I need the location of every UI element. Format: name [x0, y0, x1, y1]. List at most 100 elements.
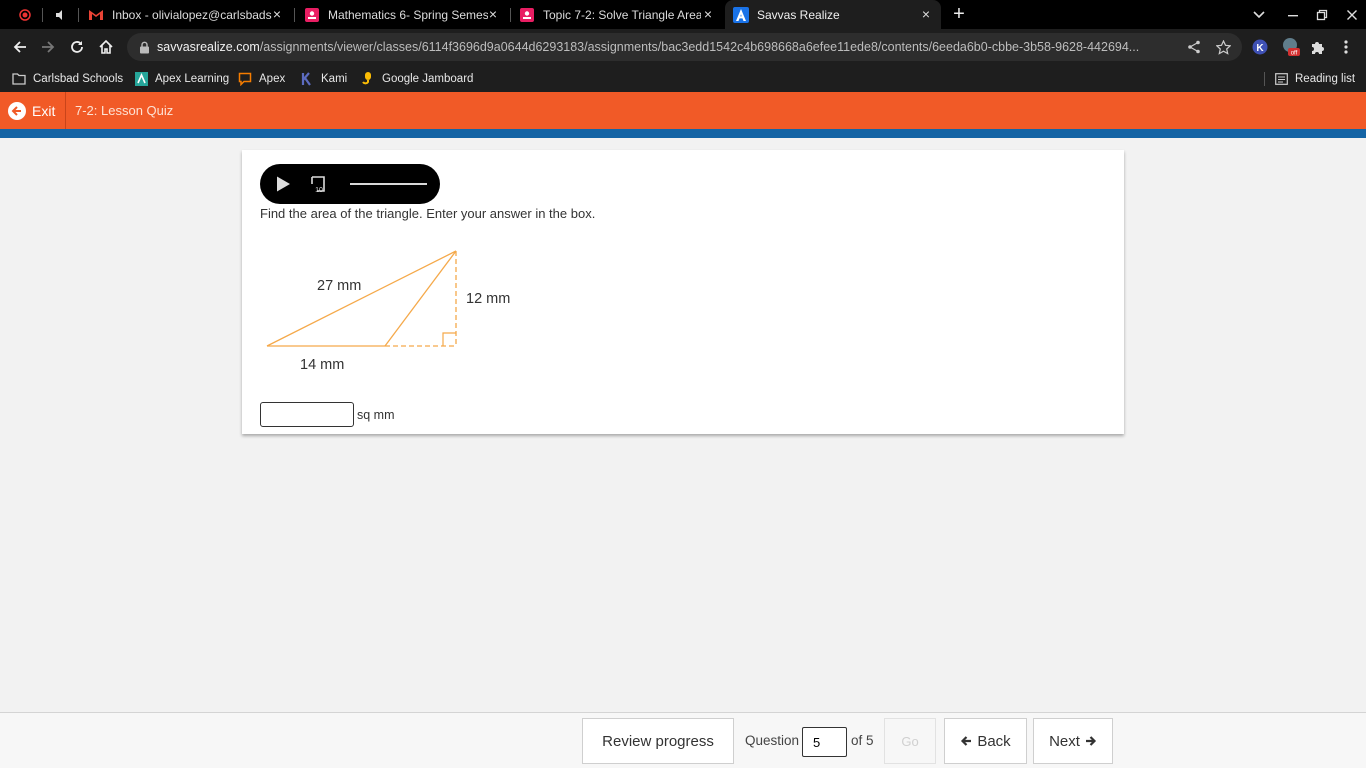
tab-title: Savvas Realize — [757, 7, 840, 22]
url-path: /assignments/viewer/classes/6114f3696d9a… — [259, 40, 1140, 54]
bookmark-label: Carlsbad Schools — [33, 73, 124, 85]
base-label: 14 mm — [300, 357, 344, 373]
header-divider — [65, 92, 66, 129]
audio-progress-track[interactable] — [350, 183, 427, 185]
menu-kebab-icon[interactable] — [1336, 37, 1356, 57]
app-header: Exit 7-2: Lesson Quiz — [0, 92, 1366, 129]
quiz-footer: Review progress Question of 5 Go Back Ne… — [0, 712, 1366, 768]
share-icon[interactable] — [1185, 38, 1203, 56]
new-tab-button[interactable]: + — [949, 4, 969, 24]
triangle-short-side — [384, 250, 457, 347]
exit-button[interactable]: Exit — [8, 101, 55, 121]
bookmark-star-icon[interactable] — [1214, 38, 1232, 56]
extensions-puzzle-icon[interactable] — [1307, 37, 1327, 57]
url-host: savvasrealize.com — [157, 40, 260, 54]
exit-arrow-icon — [8, 102, 26, 120]
tab-separator — [294, 8, 295, 22]
forward-arrow-icon[interactable] — [36, 35, 60, 59]
tab-title: Topic 7-2: Solve Triangle Area Pr — [543, 7, 701, 22]
review-progress-button[interactable]: Review progress — [582, 718, 734, 764]
extension-badge: off — [1291, 51, 1298, 57]
folder-icon — [12, 72, 26, 86]
tab-mathematics[interactable]: Mathematics 6- Spring Semester × — [296, 0, 508, 29]
tab-strip: Inbox - olivialopez@carlsbadsch × Mathem… — [0, 0, 1366, 29]
tab-search-icon[interactable] — [1245, 0, 1273, 29]
next-label: Next — [1049, 732, 1080, 750]
url-text: savvasrealize.com/assignments/viewer/cla… — [157, 40, 1157, 54]
question-total: of 5 — [851, 733, 874, 748]
tab-title: Mathematics 6- Spring Semester — [328, 7, 488, 22]
bookmark-google-jamboard[interactable]: Google Jamboard — [361, 69, 473, 89]
right-angle-marker — [442, 332, 456, 346]
classroom-icon — [304, 7, 320, 23]
next-arrow-icon — [1085, 735, 1097, 747]
bookmarks-bar: Carlsbad Schools Apex Learning Apex Kami… — [0, 65, 1366, 92]
bookmarks-separator — [1264, 72, 1265, 86]
review-progress-label: Review progress — [602, 732, 714, 750]
tab-gmail[interactable]: Inbox - olivialopez@carlsbadsch × — [80, 0, 292, 29]
tab-separator — [78, 8, 79, 22]
kami-icon — [300, 72, 314, 86]
reading-list-icon — [1274, 72, 1288, 86]
close-icon[interactable]: × — [701, 7, 715, 21]
back-label: Back — [977, 732, 1011, 750]
close-icon[interactable]: × — [486, 7, 500, 21]
minimize-icon[interactable] — [1279, 0, 1307, 29]
bookmark-kami[interactable]: Kami — [300, 69, 347, 89]
question-label: Question — [745, 733, 800, 748]
bookmark-apex-learning[interactable]: Apex Learning — [134, 69, 229, 89]
close-icon[interactable]: × — [919, 7, 933, 21]
exit-label: Exit — [32, 103, 56, 119]
back-arrow-icon[interactable] — [8, 35, 32, 59]
rewind-seconds: 10 — [315, 187, 323, 194]
jamboard-icon — [361, 72, 375, 86]
close-window-icon[interactable] — [1338, 0, 1366, 29]
rewind-10-icon[interactable]: 10 — [309, 174, 329, 194]
restore-icon[interactable] — [1308, 0, 1336, 29]
back-arrow-icon — [960, 735, 972, 747]
extension-off-icon[interactable]: off — [1281, 37, 1301, 57]
apex-learning-icon — [134, 72, 148, 86]
go-label: Go — [901, 733, 919, 749]
question-number-input[interactable] — [802, 727, 847, 757]
bookmark-label: Google Jamboard — [382, 73, 474, 85]
tab-topic[interactable]: Topic 7-2: Solve Triangle Area Pr × — [511, 0, 723, 29]
browser-toolbar: savvasrealize.com/assignments/viewer/cla… — [0, 29, 1366, 65]
speaker-icon[interactable] — [47, 0, 75, 29]
address-bar[interactable]: savvasrealize.com/assignments/viewer/cla… — [127, 33, 1242, 61]
kami-extension-letter: K — [1256, 43, 1264, 54]
classroom-icon — [519, 7, 535, 23]
go-button[interactable]: Go — [884, 718, 936, 764]
savvas-logo-icon — [733, 6, 749, 23]
play-icon[interactable] — [274, 175, 292, 193]
header-accent-band — [0, 129, 1366, 138]
triangle-diagram: 27 mm 12 mm 14 mm — [266, 250, 510, 373]
reading-list-label: Reading list — [1295, 73, 1356, 85]
home-icon[interactable] — [94, 35, 118, 59]
kami-extension-icon[interactable]: K — [1250, 37, 1270, 57]
height-label: 12 mm — [466, 291, 510, 307]
reload-icon[interactable] — [65, 35, 89, 59]
slant-label: 27 mm — [317, 278, 361, 294]
bookmark-carlsbad-schools[interactable]: Carlsbad Schools — [12, 69, 123, 89]
question-prompt: Find the area of the triangle. Enter you… — [260, 206, 596, 221]
gmail-icon — [88, 7, 104, 23]
apex-chat-icon — [238, 72, 252, 86]
lock-icon[interactable] — [135, 38, 153, 56]
reading-list-button[interactable]: Reading list — [1274, 69, 1355, 89]
audio-player: 10 — [260, 164, 440, 204]
record-icon[interactable] — [11, 0, 39, 29]
bookmark-label: Apex Learning — [155, 73, 230, 85]
next-button[interactable]: Next — [1033, 718, 1113, 764]
bookmark-label: Apex — [259, 73, 286, 85]
tab-separator — [42, 8, 43, 22]
bookmark-label: Kami — [321, 73, 348, 85]
close-icon[interactable]: × — [270, 7, 284, 21]
tab-savvas-realize[interactable]: Savvas Realize × — [725, 0, 941, 29]
answer-input[interactable] — [260, 402, 354, 427]
back-button[interactable]: Back — [944, 718, 1027, 764]
answer-unit: sq mm — [357, 408, 395, 422]
bookmark-apex[interactable]: Apex — [238, 69, 285, 89]
question-card: 10 Find the area of the triangle. Enter … — [242, 150, 1124, 434]
assignment-title: 7-2: Lesson Quiz — [75, 103, 174, 118]
